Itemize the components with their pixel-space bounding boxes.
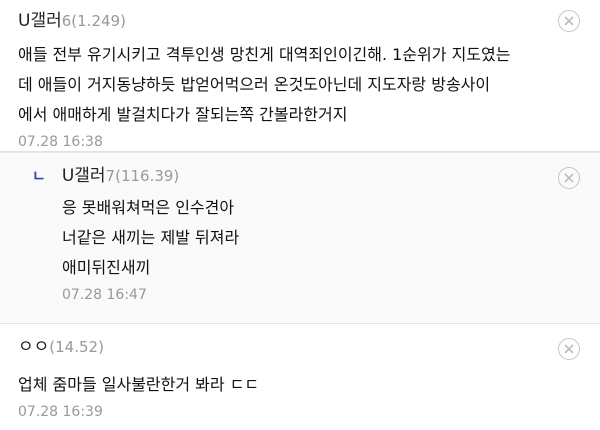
comment-line: 데 애들이 거지동냥하듯 밥얻어먹으러 온것도아닌데 지도자랑 방송사이 (18, 75, 491, 94)
comment: U갤러6(1.249) 애들 전부 유기시키고 격투인생 망친게 대역죄인이긴해… (0, 0, 600, 152)
comment-line: 애들 전부 유기시키고 격투인생 망친게 대역죄인이긴해. 1순위가 지도였는 (18, 45, 511, 64)
comment-time: 07.28 16:39 (18, 404, 103, 420)
comment-author[interactable]: U갤러 (62, 166, 106, 186)
close-circle-icon[interactable] (558, 167, 580, 189)
close-circle-icon[interactable] (558, 338, 580, 360)
comment-time: 07.28 16:38 (18, 134, 103, 150)
comment-line: 응 못배워쳐먹은 인수견아 (62, 198, 235, 217)
reply-comment: ㄴ U갤러7(116.39) 응 못배워쳐먹은 인수견아 너같은 새끼는 제발 뒤… (0, 152, 600, 324)
comment-line: 애미뒤진새끼 (62, 258, 151, 277)
comment-body: 업체 줌마들 일사불란한거 봐라 ㄷㄷ (18, 370, 600, 400)
author-level: 6 (61, 12, 72, 30)
comment-author[interactable]: ㅇㅇ (18, 337, 49, 357)
comment-line: 업체 줌마들 일사불란한거 봐라 ㄷㄷ (18, 375, 260, 394)
author-score: (116.39) (115, 167, 180, 185)
author-score: (14.52) (49, 338, 104, 356)
comment-line: 너같은 새끼는 제발 뒤져라 (62, 228, 240, 247)
comment-body: 응 못배워쳐먹은 인수견아 너같은 새끼는 제발 뒤져라 애미뒤진새끼 (32, 193, 600, 283)
comment-author[interactable]: U갤러 (18, 11, 62, 31)
reply-arrow-icon: ㄴ (32, 167, 46, 185)
comment: ㅇㅇ(14.52) 업체 줌마들 일사불란한거 봐라 ㄷㄷ 07.28 16:3… (0, 324, 600, 430)
comment-body: 애들 전부 유기시키고 격투인생 망친게 대역죄인이긴해. 1순위가 지도였는 … (18, 40, 600, 130)
comment-list: U갤러6(1.249) 애들 전부 유기시키고 격투인생 망친게 대역죄인이긴해… (0, 0, 600, 430)
comment-line: 에서 애매하게 발걸치다가 잘되는쪽 간볼라한거지 (18, 105, 348, 124)
author-level: 7 (105, 167, 116, 185)
comment-meta: ㅇㅇ(14.52) (18, 336, 600, 358)
author-score: (1.249) (71, 12, 126, 30)
comment-meta: ㄴ U갤러7(116.39) (32, 165, 600, 187)
close-circle-icon[interactable] (558, 10, 580, 32)
comment-meta: U갤러6(1.249) (18, 10, 600, 32)
comment-time: 07.28 16:47 (62, 287, 147, 303)
